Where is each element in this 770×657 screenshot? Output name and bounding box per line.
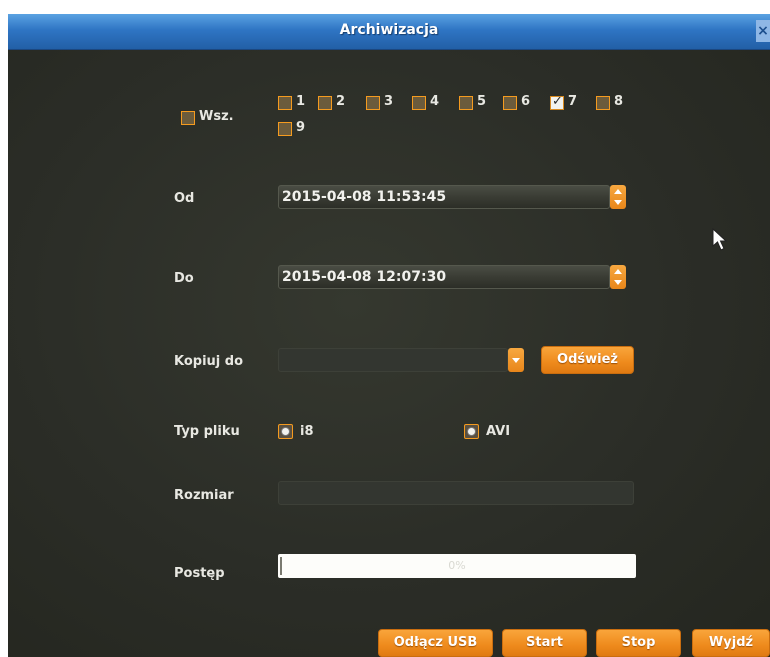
- to-spinner[interactable]: [610, 265, 626, 289]
- channel-4-label: 4: [430, 94, 440, 109]
- file-type-label: Typ pliku: [174, 424, 240, 439]
- progress-fill: [280, 557, 282, 575]
- size-label: Rozmiar: [174, 488, 234, 503]
- copy-to-label: Kopiuj do: [174, 354, 244, 369]
- file-type-i8-label: i8: [300, 424, 314, 439]
- from-label: Od: [174, 191, 195, 206]
- file-type-avi-radio[interactable]: [464, 424, 479, 439]
- start-button[interactable]: Start: [502, 629, 587, 657]
- file-type-i8-radio[interactable]: [278, 424, 293, 439]
- close-button[interactable]: ×: [756, 20, 770, 42]
- channel-1-checkbox[interactable]: [278, 96, 292, 110]
- stop-button[interactable]: Stop: [596, 629, 681, 657]
- to-datetime-field[interactable]: 2015-04-08 12:07:30: [278, 265, 610, 289]
- size-field: [278, 481, 634, 505]
- channel-2-checkbox[interactable]: [318, 96, 332, 110]
- spin-down-icon: [614, 280, 622, 285]
- channel-8-label: 8: [614, 94, 624, 109]
- progress-text: 0%: [448, 559, 466, 572]
- spin-down-icon: [614, 200, 622, 205]
- channel-6-label: 6: [521, 94, 531, 109]
- disconnect-usb-button[interactable]: Odłącz USB: [378, 629, 493, 657]
- to-label: Do: [174, 271, 194, 286]
- channel-9-label: 9: [296, 120, 306, 135]
- chevron-down-icon[interactable]: [508, 348, 524, 372]
- channel-1-label: 1: [296, 94, 306, 109]
- dialog-title: Archiwizacja: [339, 22, 439, 38]
- channel-8-checkbox[interactable]: [596, 96, 610, 110]
- channel-2-label: 2: [336, 94, 346, 109]
- progress-label: Postęp: [174, 566, 225, 581]
- progress-bar: 0%: [278, 554, 636, 578]
- archive-dialog: Archiwizacja × Wsz. 1 2 3 4 5 6 7 8 9 Od…: [8, 14, 770, 657]
- channel-7-label: 7: [568, 94, 578, 109]
- exit-button[interactable]: Wyjdź: [692, 629, 770, 657]
- from-datetime-field[interactable]: 2015-04-08 11:53:45: [278, 185, 610, 209]
- channel-3-checkbox[interactable]: [366, 96, 380, 110]
- refresh-button[interactable]: Odśwież: [541, 346, 634, 374]
- spin-up-icon: [614, 269, 622, 274]
- copy-to-select[interactable]: [278, 348, 508, 372]
- all-channels-label: Wsz.: [199, 109, 234, 124]
- file-type-avi-label: AVI: [486, 424, 511, 439]
- mouse-pointer-icon: [712, 228, 728, 251]
- spin-up-icon: [614, 189, 622, 194]
- channel-3-label: 3: [384, 94, 394, 109]
- channel-7-checkbox[interactable]: [550, 94, 564, 110]
- all-channels-checkbox[interactable]: [181, 111, 195, 125]
- channel-4-checkbox[interactable]: [412, 96, 426, 110]
- channel-5-label: 5: [477, 94, 487, 109]
- channel-5-checkbox[interactable]: [459, 96, 473, 110]
- from-spinner[interactable]: [610, 185, 626, 209]
- channel-6-checkbox[interactable]: [503, 96, 517, 110]
- channel-9-checkbox[interactable]: [278, 122, 292, 136]
- title-bar: Archiwizacja ×: [8, 14, 770, 50]
